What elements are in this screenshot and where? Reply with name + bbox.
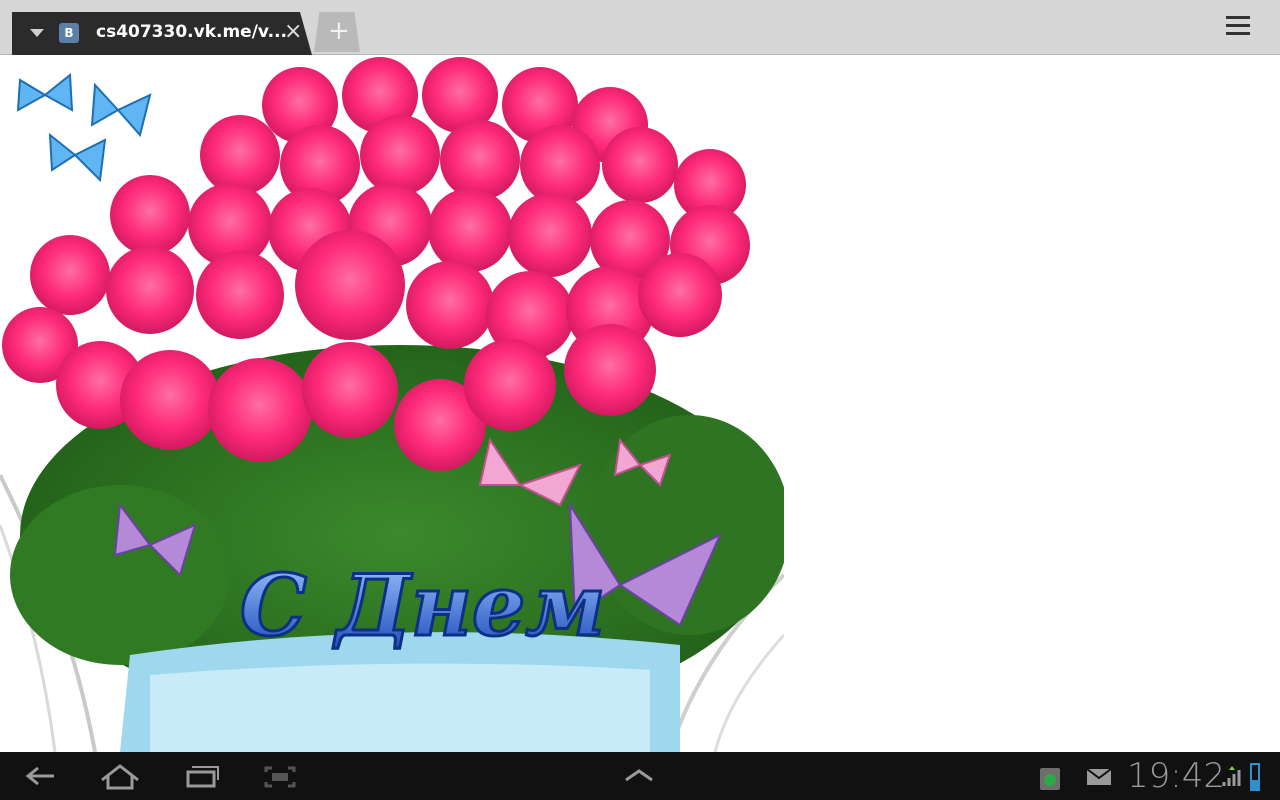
greeting-image: С Днем xyxy=(0,55,784,752)
tab-dropdown-icon[interactable] xyxy=(30,29,44,37)
signal-icon xyxy=(1222,766,1241,786)
system-navigation-bar: 19:42 xyxy=(0,752,1280,800)
overflow-menu-button[interactable] xyxy=(1226,16,1258,44)
vk-favicon-icon: B xyxy=(59,23,79,43)
new-tab-button[interactable]: + xyxy=(314,12,360,52)
screenshot-icon[interactable] xyxy=(262,764,298,790)
blue-butterflies-icon xyxy=(16,73,152,183)
up-chevron-icon[interactable] xyxy=(622,768,656,784)
plus-icon: + xyxy=(328,16,350,46)
tab-close-icon[interactable]: × xyxy=(284,19,302,44)
mail-icon[interactable] xyxy=(1084,766,1114,788)
browser-tab-active[interactable]: B cs407330.vk.me/v... × xyxy=(12,12,312,55)
recent-apps-icon[interactable] xyxy=(182,764,220,788)
battery-icon xyxy=(1250,763,1260,791)
greeting-text: С Днем xyxy=(240,556,605,655)
web-content[interactable]: С Днем xyxy=(0,55,1280,752)
tab-title[interactable]: cs407330.vk.me/v... xyxy=(96,22,287,42)
menu-line-icon xyxy=(1226,16,1250,19)
rose-bouquet-illustration: С Днем xyxy=(0,57,784,752)
menu-line-icon xyxy=(1226,24,1250,27)
recycle-icon[interactable] xyxy=(1036,762,1064,792)
back-icon[interactable] xyxy=(24,764,58,788)
home-icon[interactable] xyxy=(98,762,142,790)
menu-line-icon xyxy=(1226,32,1250,35)
clock: 19:42 xyxy=(1127,756,1225,796)
browser-tab-bar: B cs407330.vk.me/v... × + xyxy=(0,0,1280,55)
